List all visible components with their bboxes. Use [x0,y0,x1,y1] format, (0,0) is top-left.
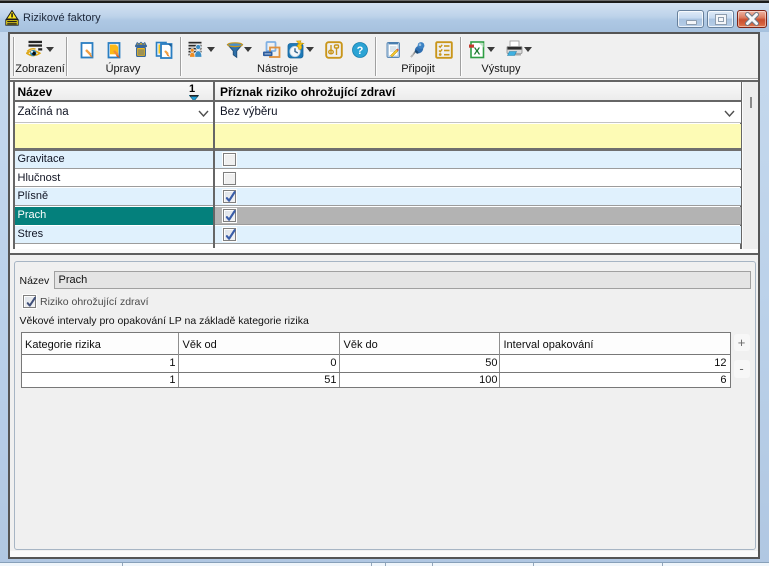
svg-text:?: ? [357,45,364,57]
svg-text:X: X [474,47,481,58]
